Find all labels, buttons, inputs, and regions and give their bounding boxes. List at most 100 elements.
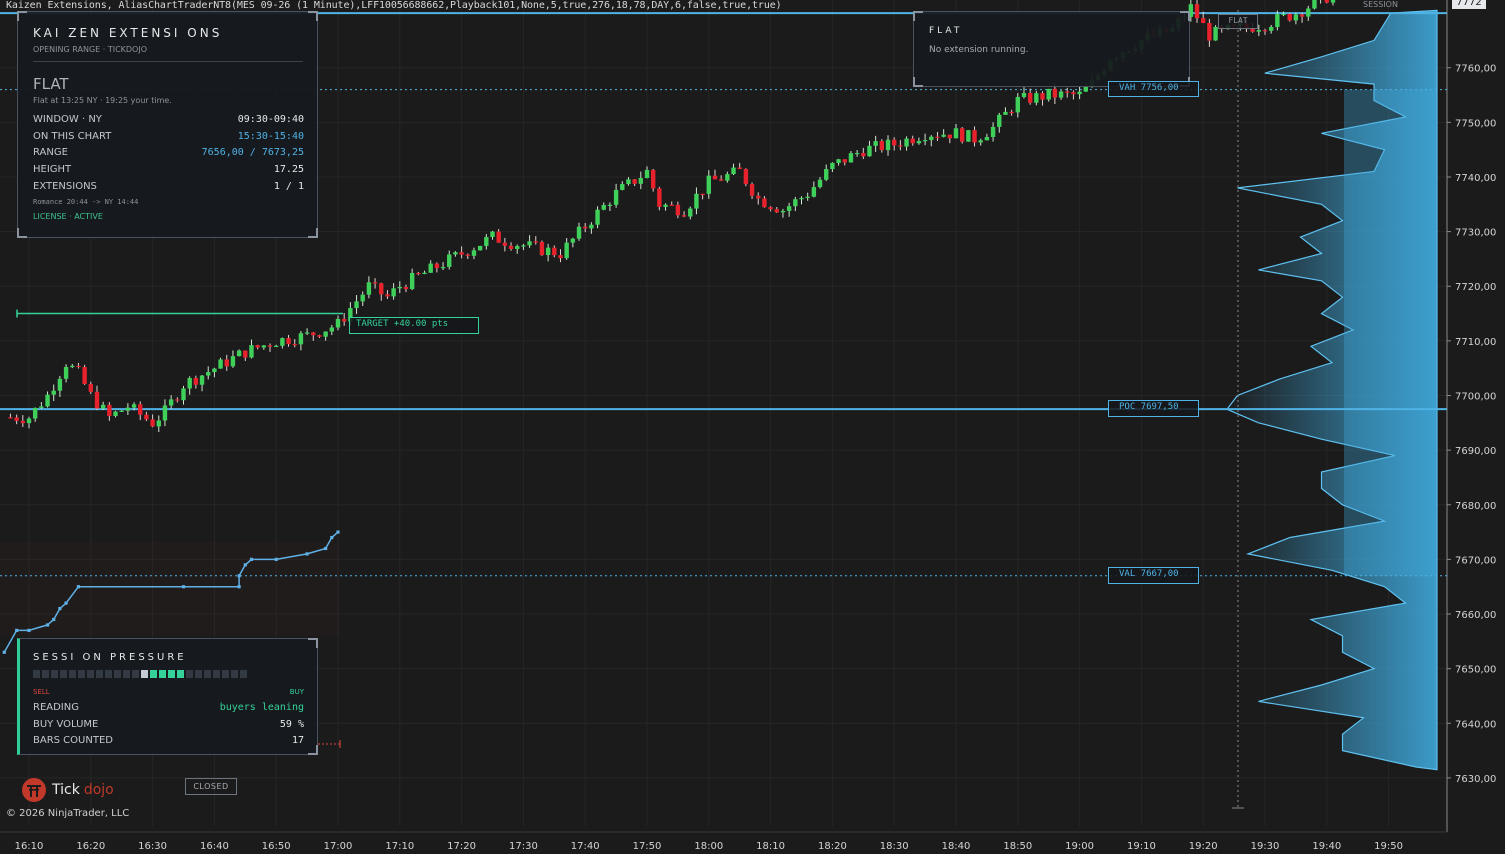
candle-down [1207,23,1212,41]
candle-up [428,263,433,273]
y-tick-label: 7660,00 [1455,610,1496,621]
candle-up [731,167,736,175]
x-tick-label: 19:40 [1312,841,1341,852]
candle-up [601,204,606,210]
corner-bracket [308,745,318,755]
y-tick-label: 7720,00 [1455,282,1496,293]
candle-up [440,266,446,269]
panel-subtitle: OPENING RANGE · TICKDOJO [33,45,148,54]
candle-up [1015,96,1020,113]
candle-down [737,167,742,170]
candle-up [490,231,495,238]
meter-segment [87,670,94,678]
flat-marker-tag[interactable]: FLAT [1218,14,1258,29]
candle-up [354,301,359,309]
pressure-point [181,585,186,589]
candle-down [1065,91,1070,93]
candle-up [230,356,236,367]
candle-down [712,175,718,180]
candle-up [885,139,891,151]
x-tick-label: 16:50 [262,841,291,852]
candle-up [922,140,928,142]
row-label: BUY VOLUME [33,719,99,730]
candle-up [904,138,909,147]
candle-down [1194,4,1200,19]
candle-up [848,153,854,163]
pressure-point [2,650,6,654]
candle-down [1262,30,1268,32]
session-pressure-panel[interactable]: SESSI ON PRESSURE SELL BUY READING buyer… [17,638,318,755]
meter-segment [114,670,121,678]
candle-down [496,231,501,243]
candle-up [620,184,625,190]
candle-up [484,237,489,246]
candle-up [181,388,186,401]
candle-down [243,350,248,358]
candle-down [1040,93,1045,100]
candle-up [187,378,192,389]
corner-bracket [17,228,27,238]
candle-down [947,134,953,139]
candle-up [706,175,711,194]
pressure-point [274,557,278,561]
candle-up [274,345,279,348]
meter-segment [195,670,202,678]
candle-up [1003,111,1008,115]
candle-down [292,344,297,346]
x-tick-label: 17:40 [571,841,600,852]
x-tick-label: 17:20 [447,841,476,852]
x-tick-label: 19:10 [1127,841,1156,852]
y-tick-label: 7670,00 [1455,555,1496,566]
candle-up [323,331,328,337]
license-status: LICENSE · ACTIVE [33,212,103,221]
pressure-point [52,617,56,622]
corner-bracket [308,228,318,238]
x-tick-label: 18:10 [756,841,785,852]
candle-up [1058,91,1064,98]
candle-up [984,137,990,141]
val-tag[interactable]: VAL 7667,00 [1108,567,1199,584]
x-tick-label: 17:30 [509,841,538,852]
pressure-point [76,585,81,589]
pressure-point [15,628,19,633]
x-tick-label: 18:30 [880,841,909,852]
candle-down [718,179,724,181]
y-tick-label: 7690,00 [1455,446,1496,457]
current-price-tag: 7772 [1452,0,1486,9]
candle-down [267,345,273,347]
row-value: 15:30-15:40 [237,131,304,142]
pressure-point [237,574,241,578]
x-tick-label: 17:00 [324,841,353,852]
candle-up [471,250,477,256]
candle-down [861,152,866,157]
meter-segment [222,670,229,678]
vah-tag[interactable]: VAH 7756,00 [1108,81,1199,97]
closed-tag[interactable]: CLOSED [185,778,237,795]
candle-down [434,263,440,269]
candle-down [1299,14,1305,17]
target-tag[interactable]: TARGET +40.00 pts [349,317,479,334]
torii-logo-icon [22,778,46,802]
candle-down [675,204,681,216]
meter-segment [105,670,112,678]
pressure-point [243,563,247,567]
candle-up [447,254,452,267]
panel-title: KAI ZEN EXTENSI ONS [33,26,223,40]
row-on-this-chart: ON THIS CHART 15:30-15:40 [33,131,304,145]
copyright: © 2026 NinjaTrader, LLC [6,808,130,819]
candle-down [898,145,903,147]
candle-down [372,282,378,284]
candle-up [397,287,402,289]
meter-segment [132,670,139,678]
candle-up [391,288,396,297]
meter-segment [240,670,247,678]
poc-tag[interactable]: POC 7697,50 [1108,400,1199,417]
candle-up [236,350,242,357]
flat-status-panel[interactable]: FLAT No extension running. [913,11,1190,87]
candle-up [811,187,817,197]
candle-up [70,365,75,368]
kaizen-extensions-panel[interactable]: KAI ZEN EXTENSI ONS OPENING RANGE · TICK… [17,11,318,238]
candle-up [527,241,532,246]
timezone-note: Romance 20:44 -> NY 14:44 [33,198,139,206]
x-tick-label: 16:40 [200,841,229,852]
